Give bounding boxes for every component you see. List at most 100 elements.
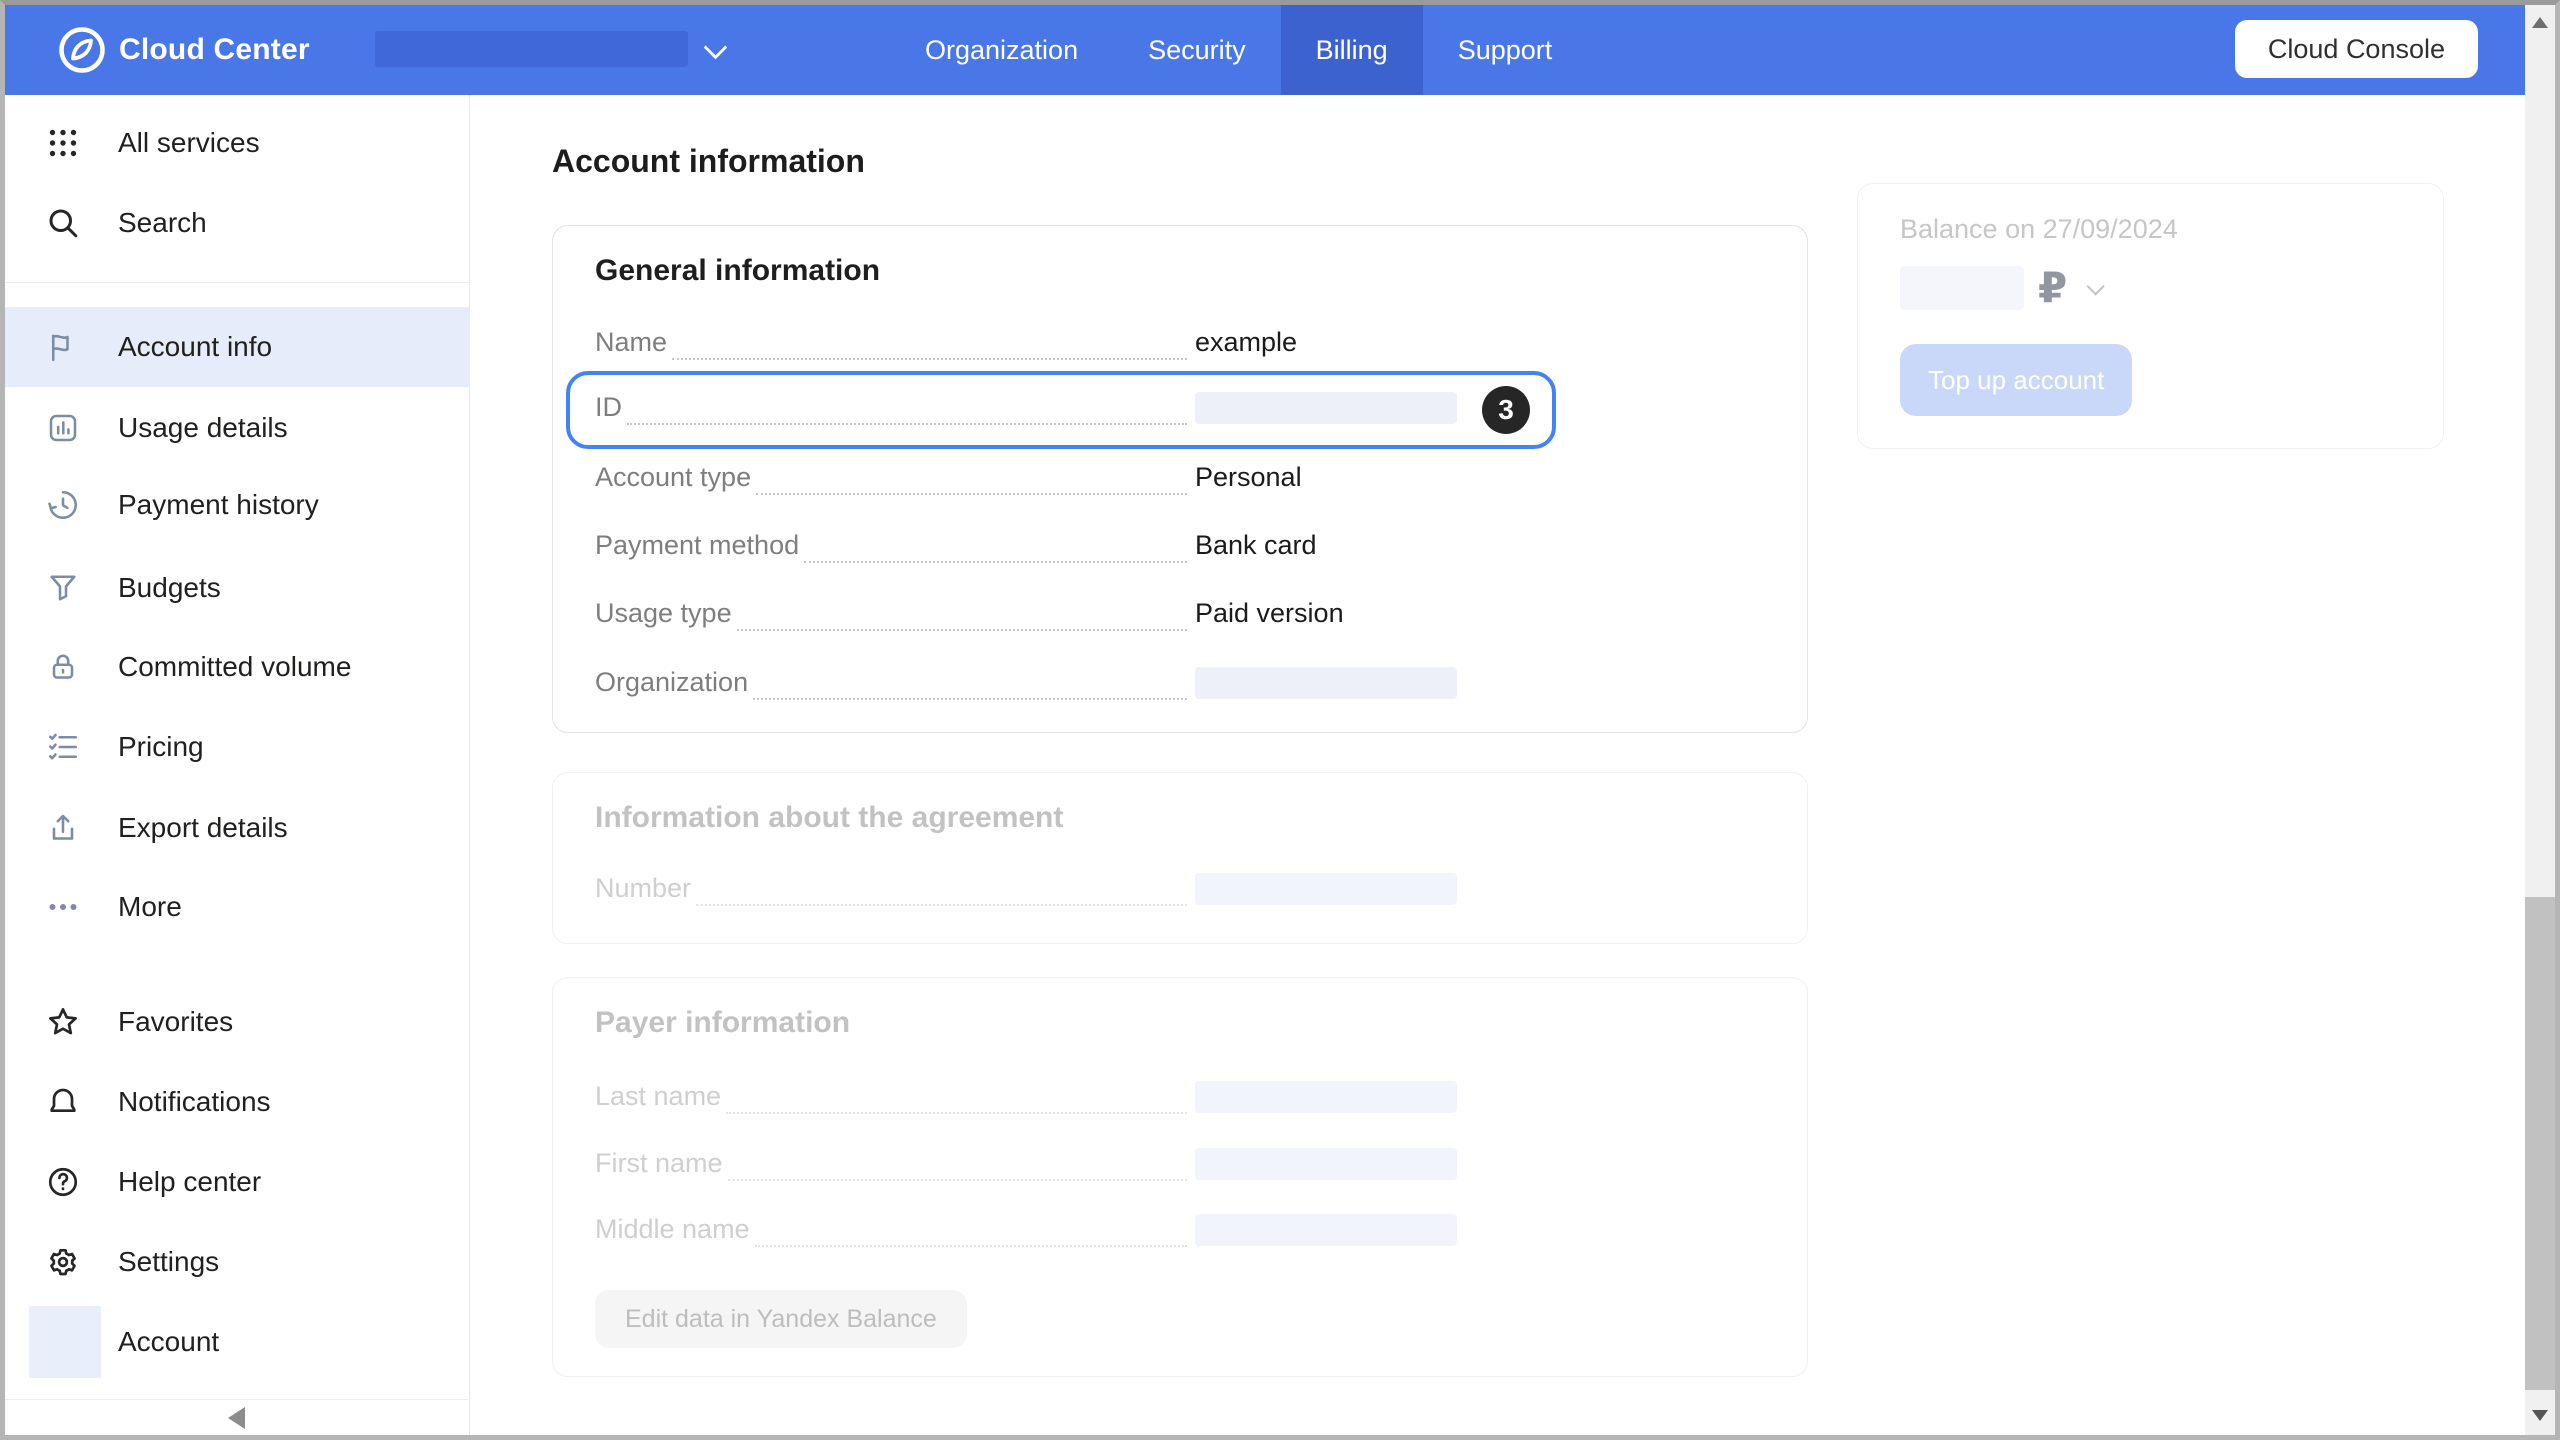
sidebar-item-label: Pricing [118, 731, 204, 763]
sidebar-item-label: Account info [118, 331, 272, 363]
sidebar-item-label: Account [118, 1326, 219, 1358]
nav-item-organization[interactable]: Organization [890, 5, 1113, 95]
sidebar-divider [5, 282, 470, 283]
cloud-center-logo-icon[interactable] [57, 25, 107, 75]
field-label: Account type [595, 462, 751, 493]
folder-selector-redacted[interactable] [375, 31, 688, 67]
funnel-icon [45, 570, 81, 606]
sidebar-item-label: Settings [118, 1246, 219, 1278]
sidebar-item-favorites[interactable]: Favorites [5, 982, 470, 1062]
field-value [1195, 1148, 1765, 1179]
flag-icon [45, 329, 81, 365]
sidebar-item-label: Usage details [118, 412, 288, 444]
scroll-down-arrow-icon[interactable] [2532, 1410, 2548, 1421]
field-value [1195, 873, 1765, 904]
dotted-leader [672, 358, 1187, 360]
field-row-number: Number [595, 873, 1765, 913]
sidebar-item-all-services[interactable]: All services [5, 103, 470, 183]
sidebar-item-payment-history[interactable]: Payment history [5, 465, 470, 545]
nav-item-security[interactable]: Security [1113, 5, 1281, 95]
general-information-card: General information Name example ID Acco… [552, 225, 1808, 733]
sidebar-item-label: Favorites [118, 1006, 233, 1038]
agreement-card: Information about the agreement Number [552, 772, 1808, 944]
dotted-leader [728, 1179, 1187, 1181]
dotted-leader [696, 904, 1187, 906]
card-title: Information about the agreement [595, 801, 1063, 835]
field-row-name: Name example [595, 327, 1765, 367]
page-title: Account information [552, 143, 865, 180]
redacted-value [1195, 1148, 1457, 1180]
card-title: Payer information [595, 1006, 850, 1040]
sidebar-item-notifications[interactable]: Notifications [5, 1062, 470, 1142]
sidebar-item-label: More [118, 891, 182, 923]
checklist-icon [45, 729, 81, 765]
field-value: Paid version [1195, 598, 1765, 629]
dotted-leader [753, 698, 1187, 700]
vertical-scrollbar[interactable] [2525, 5, 2555, 1435]
sidebar-item-search[interactable]: Search [5, 183, 470, 263]
field-label: Name [595, 327, 667, 358]
sidebar-item-pricing[interactable]: Pricing [5, 707, 470, 787]
field-value [1195, 1081, 1765, 1112]
field-label: ID [595, 392, 622, 423]
top-up-account-button[interactable]: Top up account [1900, 344, 2132, 416]
bar-chart-icon [45, 410, 81, 446]
dotted-leader [737, 629, 1187, 631]
field-value [1195, 667, 1765, 698]
app-window: Cloud Center Organization Security Billi… [0, 0, 2560, 1440]
field-label: First name [595, 1148, 723, 1179]
field-value: Personal [1195, 462, 1765, 493]
dotted-leader [804, 561, 1187, 563]
sidebar-item-label: Payment history [118, 489, 319, 521]
field-row-last-name: Last name [595, 1081, 1765, 1121]
sidebar-collapse-button[interactable] [5, 1399, 468, 1435]
scrollbar-thumb[interactable] [2525, 897, 2555, 1390]
chevron-down-icon[interactable] [703, 35, 727, 59]
field-label: Last name [595, 1081, 721, 1112]
app-header: Cloud Center Organization Security Billi… [5, 5, 2525, 95]
redacted-balance-value [1900, 266, 2024, 310]
sidebar-item-settings[interactable]: Settings [5, 1222, 470, 1302]
gear-icon [45, 1244, 81, 1280]
field-row-payment-method: Payment method Bank card [595, 530, 1765, 570]
edit-data-button[interactable]: Edit data in Yandex Balance [595, 1290, 967, 1348]
star-icon [45, 1004, 81, 1040]
sidebar: All services Search Account info Usage d… [5, 95, 470, 1435]
sidebar-item-help-center[interactable]: Help center [5, 1142, 470, 1222]
field-row-first-name: First name [595, 1148, 1765, 1188]
sidebar-item-usage-details[interactable]: Usage details [5, 388, 470, 468]
cloud-console-button[interactable]: Cloud Console [2235, 20, 2478, 78]
sidebar-item-committed-volume[interactable]: Committed volume [5, 627, 470, 707]
scroll-up-arrow-icon[interactable] [2532, 17, 2548, 28]
dotted-leader [627, 423, 1187, 425]
sidebar-item-label: Committed volume [118, 651, 351, 683]
sidebar-item-label: Export details [118, 812, 288, 844]
chevron-down-icon[interactable] [2087, 277, 2105, 295]
field-row-organization: Organization [595, 667, 1765, 707]
field-label: Organization [595, 667, 748, 698]
balance-card: Balance on 27/09/2024 ₽ Top up account [1857, 183, 2444, 449]
field-value [1195, 1214, 1765, 1245]
sidebar-item-more[interactable]: More [5, 867, 470, 947]
balance-title: Balance on 27/09/2024 [1900, 214, 2178, 245]
balance-value-row: ₽ [1900, 266, 2100, 310]
nav-item-support[interactable]: Support [1423, 5, 1588, 95]
brand-title: Cloud Center [119, 5, 310, 95]
lock-icon [45, 649, 81, 685]
sidebar-item-export-details[interactable]: Export details [5, 788, 470, 868]
sidebar-item-budgets[interactable]: Budgets [5, 548, 470, 628]
sidebar-item-account[interactable]: Account [5, 1302, 470, 1382]
field-row-account-type: Account type Personal [595, 462, 1765, 502]
field-label: Usage type [595, 598, 732, 629]
field-value [1195, 392, 1765, 423]
dotted-leader [756, 493, 1187, 495]
nav-item-billing[interactable]: Billing [1281, 5, 1423, 95]
sidebar-item-label: Notifications [118, 1086, 271, 1118]
sidebar-item-label: Help center [118, 1166, 261, 1198]
redacted-value [1195, 667, 1457, 699]
ellipsis-icon [45, 889, 81, 925]
export-icon [45, 810, 81, 846]
field-row-id: ID [595, 392, 1765, 432]
sidebar-item-account-info[interactable]: Account info [5, 307, 470, 387]
help-icon [45, 1164, 81, 1200]
